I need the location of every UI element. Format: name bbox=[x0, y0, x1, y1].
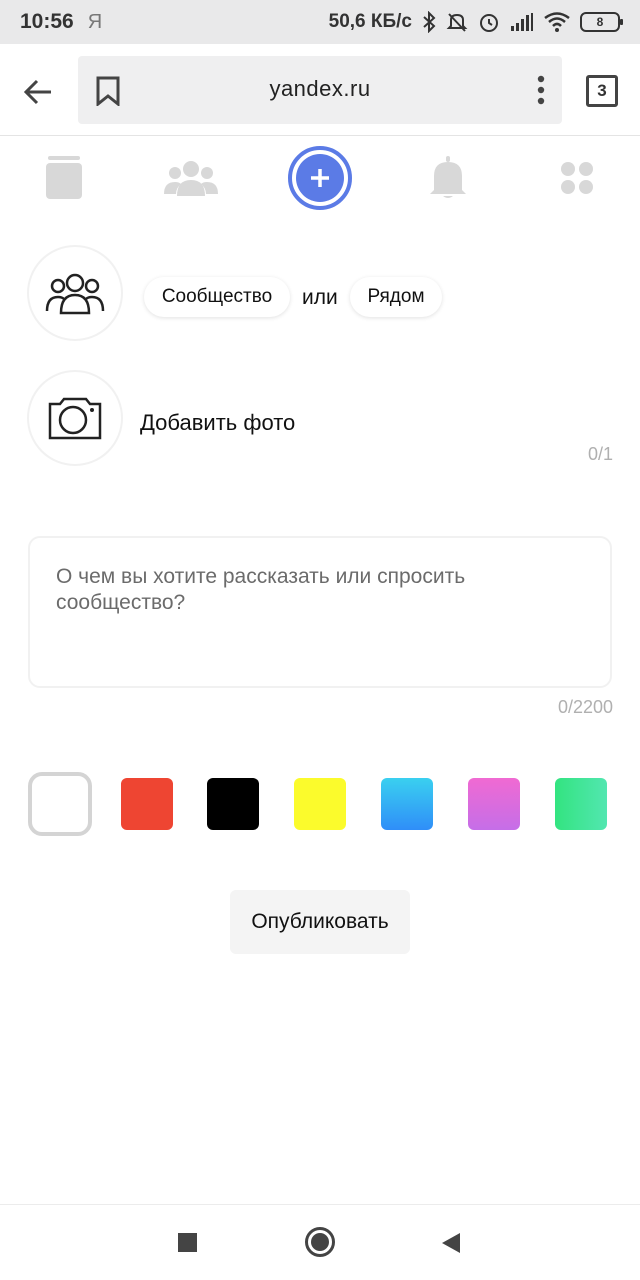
battery-level: 8 bbox=[596, 15, 604, 29]
people-icon bbox=[45, 273, 105, 315]
color-swatch-white[interactable] bbox=[28, 772, 92, 836]
bluetooth-icon bbox=[423, 11, 436, 33]
post-text-field[interactable]: О чем вы хотите рассказать или спросить … bbox=[28, 536, 612, 688]
publish-button[interactable]: Опубликовать bbox=[230, 890, 410, 954]
text-counter: 0/2200 bbox=[557, 697, 613, 717]
wifi-icon bbox=[544, 12, 570, 32]
camera-icon bbox=[48, 397, 102, 440]
system-nav-bar bbox=[0, 1204, 640, 1280]
community-select-button[interactable] bbox=[27, 245, 123, 341]
yandex-app-icon: Я bbox=[87, 10, 103, 33]
color-swatch-yellow[interactable] bbox=[294, 778, 346, 830]
post-text-placeholder: О чем вы хотите рассказать или спросить … bbox=[56, 565, 466, 614]
color-swatch-black[interactable] bbox=[207, 778, 259, 830]
back-icon[interactable] bbox=[441, 1232, 461, 1259]
feed-icon[interactable] bbox=[29, 140, 99, 216]
signal-icon bbox=[511, 13, 533, 31]
services-icon[interactable] bbox=[542, 140, 612, 216]
nearby-chip[interactable]: Рядом bbox=[350, 277, 442, 317]
browser-toolbar: yandex.ru 3 bbox=[0, 44, 640, 136]
tabs-count: 3 bbox=[597, 81, 607, 100]
color-swatch-blue[interactable] bbox=[381, 778, 433, 830]
or-label: или bbox=[302, 286, 338, 309]
color-swatch-green[interactable] bbox=[555, 778, 607, 830]
bell-icon[interactable] bbox=[413, 140, 483, 216]
color-swatch-purple[interactable] bbox=[468, 778, 520, 830]
service-nav bbox=[0, 140, 640, 220]
communities-icon[interactable] bbox=[156, 140, 226, 216]
status-bar: 10:56 Я 50,6 КБ/с 8 bbox=[0, 0, 640, 44]
home-icon[interactable] bbox=[305, 1227, 335, 1257]
status-right: 50,6 КБ/с 8 bbox=[328, 11, 623, 33]
battery-icon: 8 bbox=[580, 12, 623, 32]
add-photo-label[interactable]: Добавить фото bbox=[140, 410, 295, 436]
url-text[interactable]: yandex.ru bbox=[78, 76, 562, 102]
menu-dots-icon[interactable] bbox=[534, 74, 548, 106]
mute-icon bbox=[446, 13, 468, 32]
tabs-count-button[interactable]: 3 bbox=[586, 75, 618, 107]
recents-icon[interactable] bbox=[178, 1233, 197, 1252]
photo-counter: 0/1 bbox=[587, 444, 613, 464]
community-chip[interactable]: Сообщество bbox=[144, 277, 290, 317]
network-speed: 50,6 КБ/с bbox=[328, 11, 412, 32]
color-swatch-red[interactable] bbox=[121, 778, 173, 830]
add-photo-button[interactable] bbox=[27, 370, 123, 466]
add-post-icon[interactable] bbox=[285, 140, 355, 216]
page: 10:56 Я 50,6 КБ/с 8 yandex.ru 3 Сообщест… bbox=[0, 0, 640, 1280]
status-time: 10:56 bbox=[20, 10, 74, 33]
back-arrow-icon[interactable] bbox=[18, 72, 58, 112]
address-bar[interactable]: yandex.ru bbox=[78, 56, 562, 124]
alarm-icon bbox=[480, 14, 498, 32]
